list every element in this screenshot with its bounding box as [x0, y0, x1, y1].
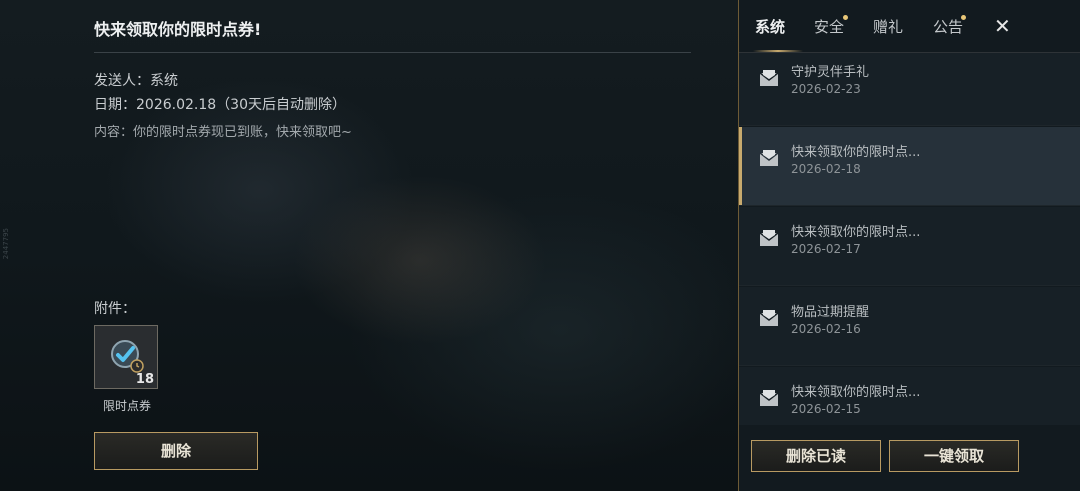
- envelope-icon: [759, 230, 779, 246]
- envelope-icon: [759, 310, 779, 326]
- delete-read-button[interactable]: 删除已读: [751, 440, 881, 472]
- panel-actions: 删除已读 一键领取: [739, 430, 1080, 491]
- attachment-count: 18: [135, 372, 154, 387]
- mail-list-item[interactable]: 快来领取你的限时点... 2026-02-15: [739, 367, 1080, 425]
- attachment-label: 附件：: [94, 301, 136, 317]
- mail-list-title: 快来领取你的限时点...: [791, 225, 921, 240]
- mail-list-date: 2026-02-15: [791, 402, 861, 416]
- mail-list-date: 2026-02-16: [791, 322, 861, 336]
- mail-list-date: 2026-02-23: [791, 82, 861, 96]
- envelope-icon: [759, 150, 779, 166]
- mail-list-date: 2026-02-17: [791, 242, 861, 256]
- ticket-icon: [111, 340, 144, 373]
- side-id: 2447795: [2, 228, 10, 260]
- mail-list: 守护灵伴手礼 2026-02-23 快来领取你的限时点... 2026-02-1…: [739, 53, 1080, 425]
- mail-title: 快来领取你的限时点券!: [94, 20, 262, 39]
- mail-list-title: 快来领取你的限时点...: [791, 385, 921, 400]
- mail-list-item[interactable]: 快来领取你的限时点... 2026-02-18: [739, 127, 1080, 206]
- mail-list-title: 守护灵伴手礼: [791, 65, 870, 80]
- tab-security[interactable]: 安全: [814, 16, 844, 37]
- delete-button[interactable]: 删除: [94, 432, 258, 470]
- mail-list-title: 快来领取你的限时点...: [791, 145, 921, 160]
- mail-list-item[interactable]: 守护灵伴手礼 2026-02-23: [739, 53, 1080, 126]
- notification-dot: [843, 15, 848, 20]
- mail-list-date: 2026-02-18: [791, 162, 861, 176]
- tab-system[interactable]: 系统: [755, 16, 785, 37]
- mail-sender: 发送人：系统: [94, 73, 178, 89]
- mail-list-item[interactable]: 物品过期提醒 2026-02-16: [739, 287, 1080, 366]
- notification-dot: [961, 15, 966, 20]
- close-icon[interactable]: ✕: [994, 14, 1011, 38]
- mail-panel: 系统 安全 赠礼 公告 ✕ 守护灵伴手礼 2026-02-23 快来领取你的限时…: [738, 0, 1080, 491]
- envelope-icon: [759, 390, 779, 406]
- mail-content: 内容：你的限时点券现已到账，快来领取吧~: [94, 125, 352, 140]
- selected-indicator: [739, 127, 742, 205]
- tab-gift[interactable]: 赠礼: [873, 16, 903, 37]
- mail-list-title: 物品过期提醒: [791, 305, 870, 320]
- claim-all-button[interactable]: 一键领取: [889, 440, 1019, 472]
- title-divider: [94, 52, 691, 53]
- tab-announcement[interactable]: 公告: [933, 16, 963, 37]
- attachment-item[interactable]: 18: [94, 325, 158, 389]
- mail-list-item[interactable]: 快来领取你的限时点... 2026-02-17: [739, 207, 1080, 286]
- envelope-icon: [759, 70, 779, 86]
- tab-bar: 系统 安全 赠礼 公告 ✕: [739, 0, 1080, 53]
- mail-date: 日期：2026.02.18（30天后自动删除）: [94, 97, 346, 113]
- attachment-name: 限时点券: [102, 399, 151, 413]
- active-tab-underline: [753, 50, 803, 52]
